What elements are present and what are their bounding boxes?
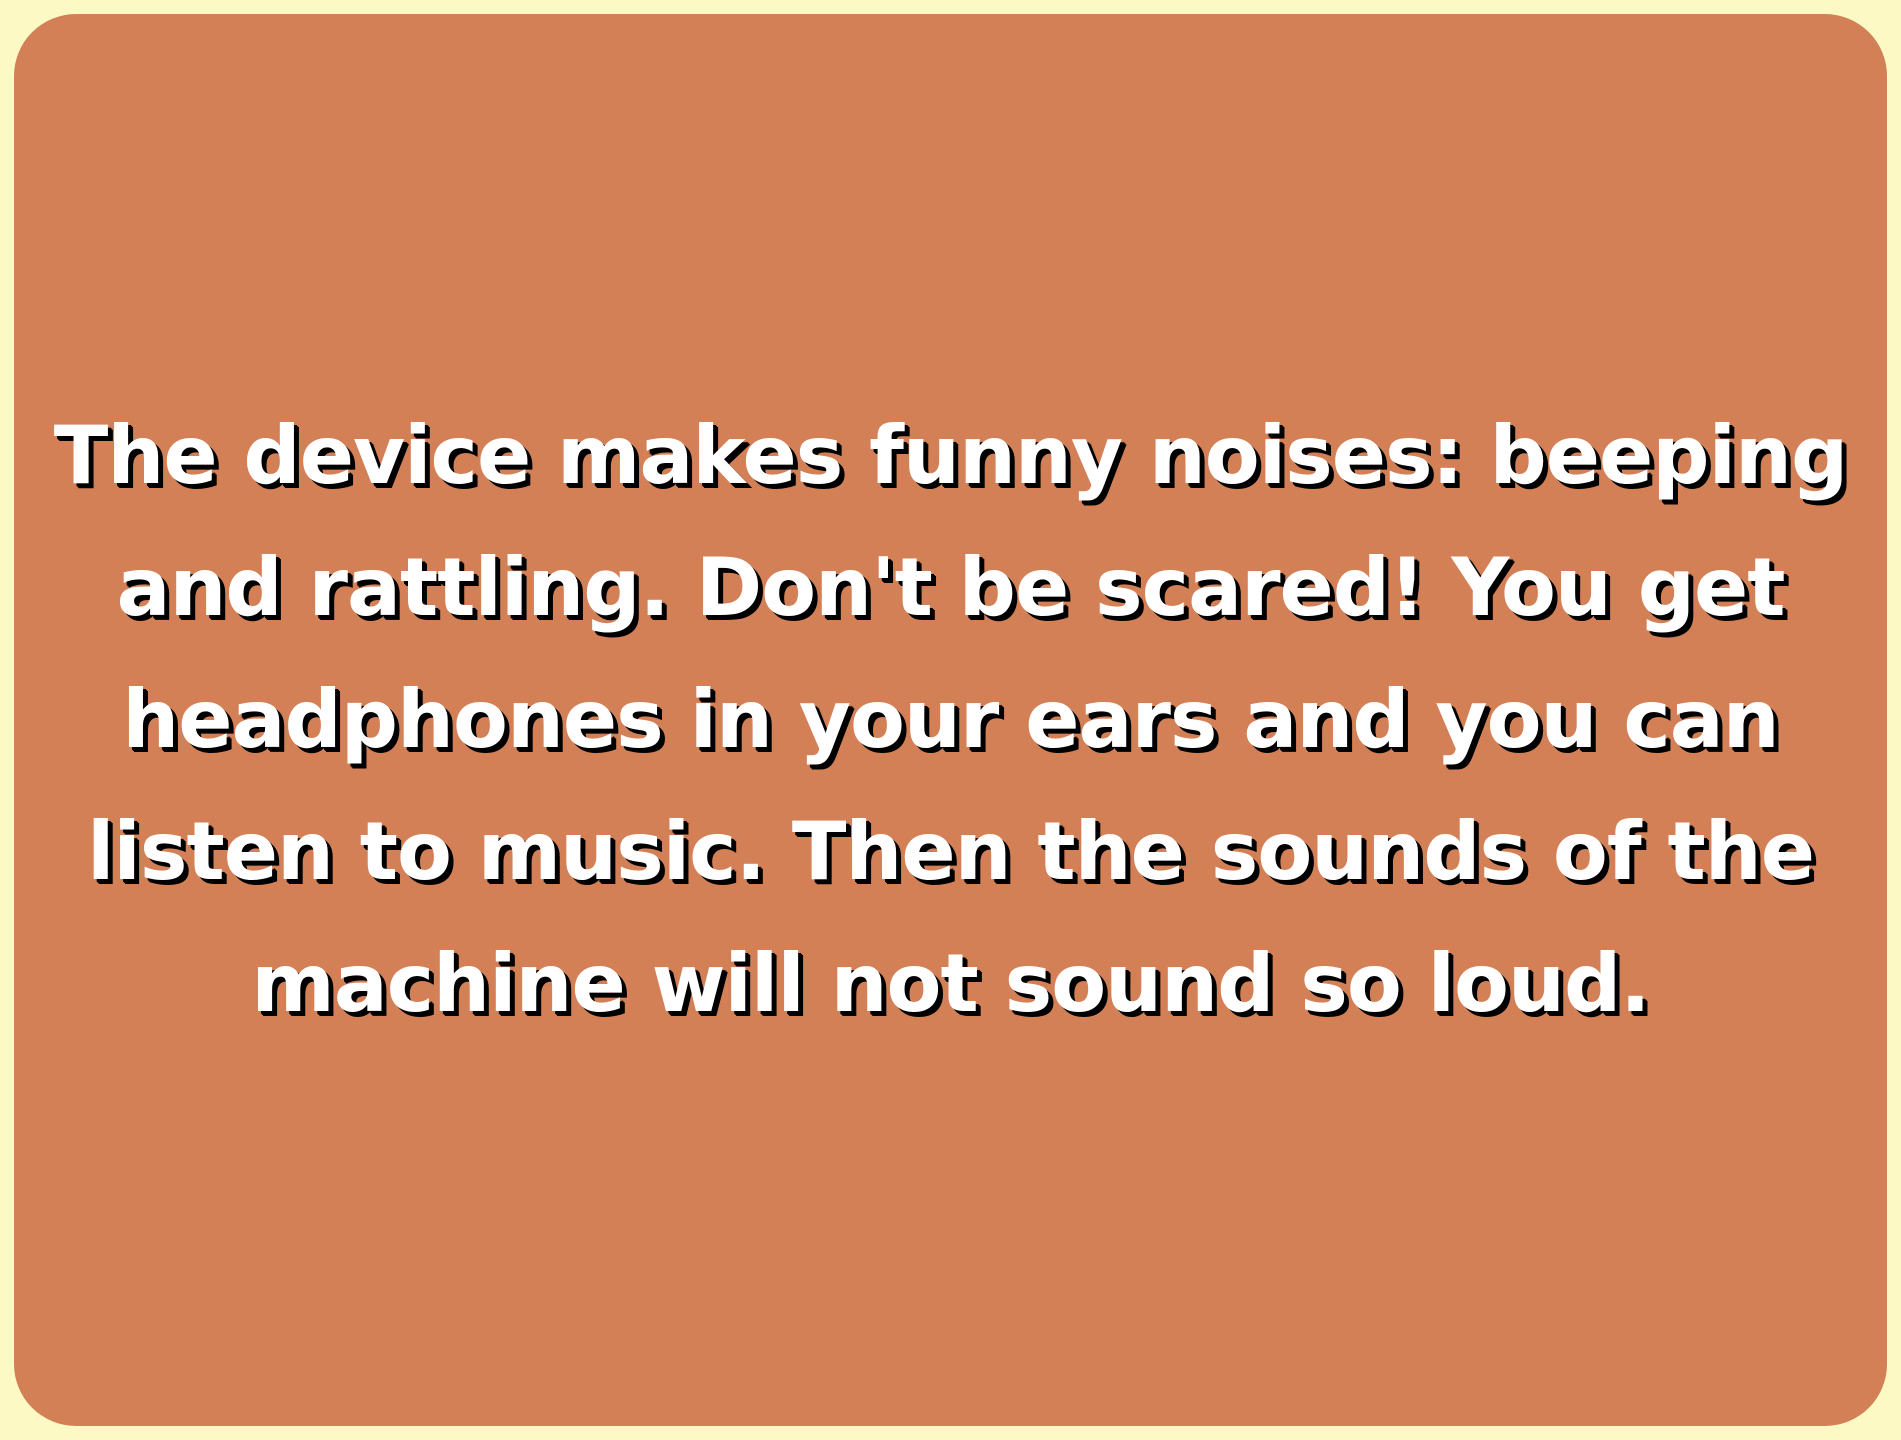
message-line-2: and rattling. Don't be scared! You get [116, 541, 1785, 634]
message-line-3: headphones in your ears and you can [122, 673, 1779, 766]
message-line-4: listen to music. Then the sounds of the [86, 805, 1815, 898]
message-line-5: machine will not sound so loud. [251, 937, 1650, 1030]
message-text: The device makes funny noises: beeping a… [41, 390, 1861, 1050]
message-card: The device makes funny noises: beeping a… [14, 14, 1887, 1426]
card-border: The device makes funny noises: beeping a… [0, 0, 1901, 1440]
message-line-1: The device makes funny noises: beeping [53, 409, 1848, 502]
